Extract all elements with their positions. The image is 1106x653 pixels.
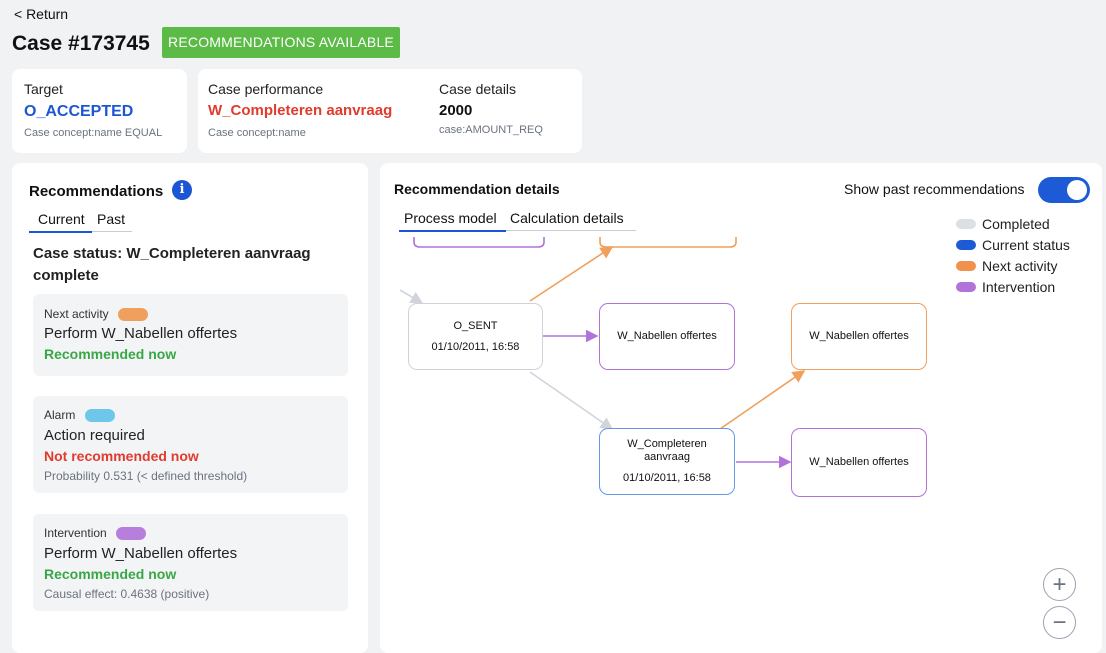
target-label: Target (24, 81, 63, 97)
details-label: Case details (439, 81, 517, 97)
next-activity-action: Perform W_Nabellen offertes (44, 325, 238, 342)
node-title: W_Nabellen offertes (809, 456, 909, 468)
case-status: Case status: W_Completeren aanvraag comp… (33, 245, 311, 284)
plus-icon: + (1052, 570, 1067, 598)
edge-next-up (529, 246, 614, 302)
details-value: 2000 (439, 102, 473, 119)
process-edges (399, 237, 806, 469)
target-value: O_ACCEPTED (24, 103, 134, 120)
recommendation-details-panel: Recommendation details Show past recomme… (380, 163, 1102, 653)
alarm-action: Action required (44, 427, 145, 444)
edge-completed-current (529, 371, 614, 430)
alarm-pill (84, 409, 115, 423)
node-time: 01/10/2011, 16:58 (623, 472, 711, 484)
node-title: O_SENT (453, 319, 498, 332)
zoom-in-button[interactable]: + (1043, 568, 1076, 601)
case-info-card: Case performance W_Completeren aanvraag … (198, 69, 582, 153)
recommendations-available-badge: RECOMMENDATIONS AVAILABLE (162, 27, 400, 58)
return-link[interactable]: < Return (14, 6, 68, 22)
target-sub: Case concept:name EQUAL (24, 127, 163, 139)
alarm-note: Probability 0.531 (< defined threshold) (44, 469, 248, 483)
alarm-verdict: Not recommended now (44, 448, 199, 464)
intervention-verdict: Recommended now (44, 566, 177, 582)
tab-past[interactable]: Past (92, 209, 132, 232)
performance-value: W_Completeren aanvraag (208, 102, 393, 119)
alarm-kind: Alarm (44, 408, 115, 423)
partial-node-edge (599, 237, 737, 248)
recommendations-panel: Recommendations i Current Past Case stat… (12, 163, 368, 653)
case-title: Case #173745 (12, 32, 150, 55)
minus-icon: − (1052, 608, 1067, 636)
recommendation-alarm: Alarm Action required Not recommended no… (33, 396, 348, 493)
node-w-nabellen-offertes-2[interactable]: W_Nabellen offertes (791, 428, 927, 497)
edge-completed-in (399, 289, 424, 304)
node-o-sent[interactable]: O_SENT 01/10/2011, 16:58 (408, 303, 543, 370)
zoom-out-button[interactable]: − (1043, 606, 1076, 639)
edge-next-activity (719, 370, 806, 430)
intervention-action: Perform W_Nabellen offertes (44, 545, 238, 562)
info-icon[interactable]: i (172, 180, 192, 200)
recommendation-next-activity: Next activity Perform W_Nabellen offerte… (33, 294, 348, 376)
intervention-note: Causal effect: 0.4638 (positive) (44, 587, 210, 601)
intervention-kind: Intervention (44, 526, 147, 541)
node-title: W_Completeren aanvraag (627, 438, 707, 463)
next-activity-kind: Next activity (44, 307, 149, 322)
performance-sub: Case concept:name (208, 127, 306, 139)
node-time: 01/10/2011, 16:58 (431, 340, 520, 353)
tab-current-label: Current (38, 211, 85, 227)
target-card: Target O_ACCEPTED Case concept:name EQUA… (12, 69, 187, 153)
node-title: W_Nabellen offertes (809, 330, 909, 342)
next-activity-verdict: Recommended now (44, 346, 177, 362)
performance-label: Case performance (208, 81, 324, 97)
tab-past-label: Past (97, 211, 126, 227)
node-title: W_Nabellen offertes (617, 330, 717, 342)
partial-node-edge (413, 237, 545, 248)
details-sub: case:AMOUNT_REQ (439, 124, 543, 136)
recommendations-title: Recommendations (29, 183, 164, 200)
recommendation-intervention: Intervention Perform W_Nabellen offertes… (33, 514, 348, 611)
node-w-completeren-aanvraag[interactable]: W_Completeren aanvraag 01/10/2011, 16:58 (599, 428, 735, 495)
next-activity-pill (118, 308, 149, 322)
node-w-nabellen-offertes[interactable]: W_Nabellen offertes (599, 303, 735, 370)
tab-current[interactable]: Current (29, 209, 92, 233)
intervention-pill (116, 527, 147, 541)
node-w-nabellen-offertes-next[interactable]: W_Nabellen offertes (791, 303, 927, 370)
